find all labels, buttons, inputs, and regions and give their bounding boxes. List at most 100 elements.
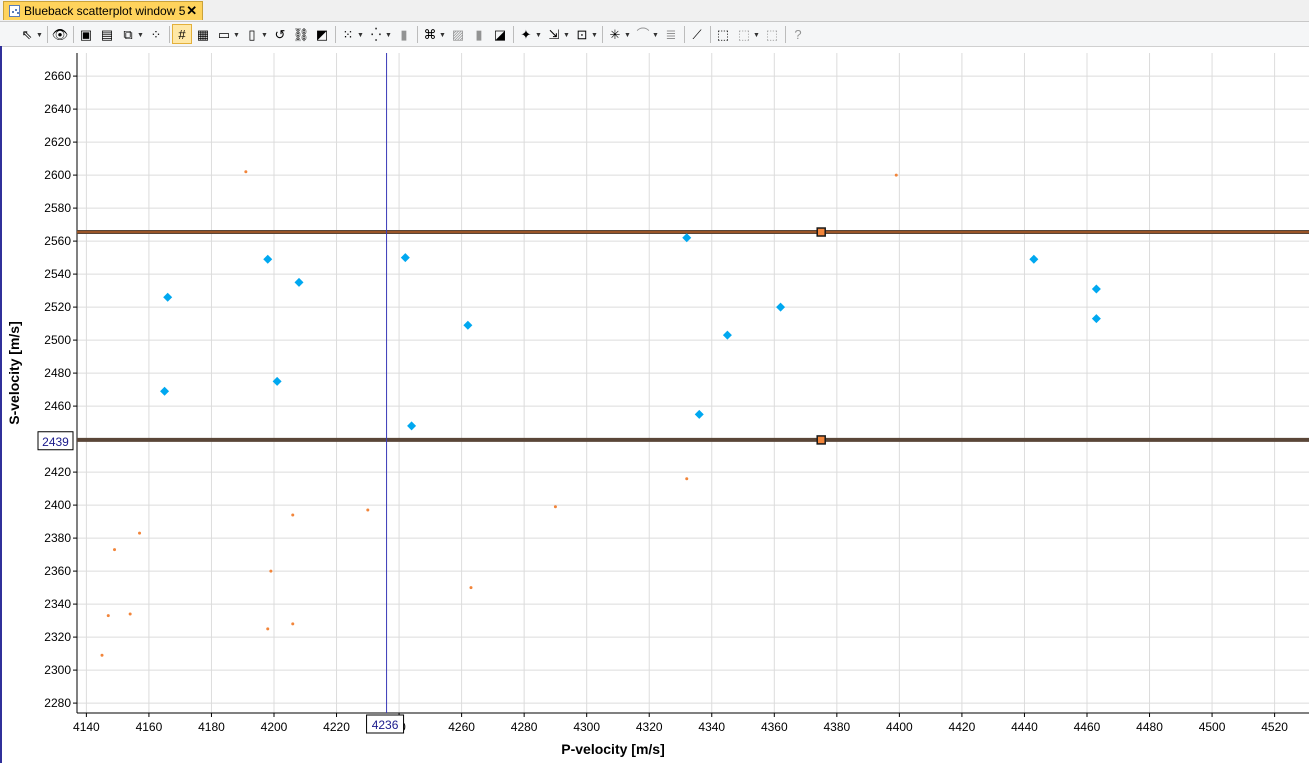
toolbar-separator — [684, 26, 685, 43]
toolbar-separator — [710, 26, 711, 43]
x-tick-label: 4220 — [323, 720, 350, 734]
frame-bottom-icon[interactable]: ▭ — [215, 25, 233, 43]
frame-left-icon[interactable]: ▯ — [243, 25, 261, 43]
y-tick-label: 2360 — [44, 564, 71, 578]
chevron-down-icon[interactable]: ▼ — [753, 32, 760, 39]
polygon-add-icon[interactable]: ⬚ — [714, 25, 732, 43]
y-tick-label: 2620 — [44, 135, 71, 149]
star-add-icon[interactable]: ✦ — [517, 25, 535, 43]
paint-icon[interactable]: ◪ — [491, 25, 509, 43]
x-tick-label: 4480 — [1136, 720, 1163, 734]
close-icon[interactable]: ✕ — [185, 3, 198, 19]
tab-title: Blueback scatterplot window 5 — [23, 4, 186, 18]
export-icon[interactable]: ⇲ — [545, 25, 563, 43]
points-icon[interactable]: ⁙ — [339, 25, 357, 43]
toolbar-separator — [417, 26, 418, 43]
data-point-dot — [291, 513, 295, 517]
x-tick-label: 4500 — [1199, 720, 1226, 734]
y-readout-value: 2439 — [42, 435, 69, 449]
data-point-dot — [128, 612, 132, 616]
chevron-down-icon[interactable]: ▼ — [261, 32, 268, 39]
y-tick-label: 2560 — [44, 234, 71, 248]
data-point-dot — [894, 173, 898, 177]
y-tick-label: 2400 — [44, 498, 71, 512]
help-icon[interactable]: ? — [789, 25, 807, 43]
x-tick-label: 4520 — [1261, 720, 1288, 734]
data-point-dot — [553, 505, 557, 509]
chevron-down-icon[interactable]: ▼ — [36, 32, 43, 39]
x-tick-label: 4460 — [1074, 720, 1101, 734]
x-tick-label: 4200 — [261, 720, 288, 734]
chevron-down-icon[interactable]: ▼ — [357, 32, 364, 39]
x-tick-label: 4180 — [198, 720, 225, 734]
x-readout-value: 4236 — [372, 718, 399, 732]
toolbar-separator — [335, 26, 336, 43]
tab-scatterplot-window[interactable]: Blueback scatterplot window 5 ✕ — [3, 1, 203, 20]
x-tick-label: 4380 — [823, 720, 850, 734]
filter-icon[interactable]: ▨ — [449, 25, 467, 43]
x-tick-label: 4300 — [573, 720, 600, 734]
y-tick-label: 2600 — [44, 168, 71, 182]
x-axis-label: P-velocity [m/s] — [561, 741, 664, 757]
chevron-down-icon[interactable]: ▼ — [624, 32, 631, 39]
x-tick-label: 4340 — [698, 720, 725, 734]
y-tick-label: 2380 — [44, 531, 71, 545]
chevron-down-icon[interactable]: ▼ — [652, 32, 659, 39]
toolbar-separator — [47, 26, 48, 43]
save-view-icon[interactable]: ⊡ — [573, 25, 591, 43]
spark-icon[interactable]: ✳ — [606, 25, 624, 43]
data-point-dot — [685, 477, 689, 481]
select-pointer-icon[interactable]: ⇖ — [18, 25, 36, 43]
toolbar-separator — [785, 26, 786, 43]
polygon-edit-icon[interactable]: ⬚ — [735, 25, 753, 43]
table-icon[interactable]: ▦ — [194, 25, 212, 43]
window-list-icon[interactable]: ▤ — [98, 25, 116, 43]
cylinder-alt-icon[interactable]: ▮ — [470, 25, 488, 43]
y-tick-label: 2340 — [44, 597, 71, 611]
y-tick-label: 2580 — [44, 201, 71, 215]
x-tick-label: 4420 — [949, 720, 976, 734]
link-icon[interactable]: ⛓ — [292, 25, 310, 43]
chevron-down-icon[interactable]: ▼ — [385, 32, 392, 39]
y-tick-label: 2420 — [44, 465, 71, 479]
y-tick-label: 2480 — [44, 366, 71, 380]
data-point-dot — [138, 531, 142, 535]
rotate-icon[interactable]: ↺ — [271, 25, 289, 43]
chevron-down-icon[interactable]: ▼ — [563, 32, 570, 39]
chevron-down-icon[interactable]: ▼ — [535, 32, 542, 39]
pattern-icon[interactable]: ⌘ — [421, 25, 439, 43]
toolbar: ⇖ ▼ 👁 ▣ ▤ ⧉ ▼ ⁘ # ▦ ▭ ▼ ▯ ▼ ↺ ⛓ ◩ ⁙ ▼ ⁛ ▼ ▮ ⌘ ▼ ▨ ▮ ◪ ✦ ▼ ⇲ ▼ ⊡ ▼ ✳ ▼ ⌒ ▼ ≣ ⟋ ⬚… — [0, 22, 1309, 47]
eye-view-icon[interactable]: 👁 — [51, 25, 69, 43]
fill-icon[interactable]: ◩ — [313, 25, 331, 43]
chevron-down-icon[interactable]: ▼ — [439, 32, 446, 39]
chevron-down-icon[interactable]: ▼ — [233, 32, 240, 39]
toolbar-separator — [169, 26, 170, 43]
data-point-dot — [266, 627, 270, 631]
data-point-dot — [469, 586, 473, 590]
y-tick-label: 2460 — [44, 399, 71, 413]
regression-line-icon[interactable]: ⟋ — [688, 25, 706, 43]
y-tick-label: 2280 — [44, 696, 71, 710]
chevron-down-icon[interactable]: ▼ — [137, 32, 144, 39]
grid-toggle-icon[interactable]: # — [172, 24, 192, 44]
cylinder-icon[interactable]: ▮ — [395, 25, 413, 43]
window-layout-icon[interactable]: ▣ — [77, 25, 95, 43]
curve-icon[interactable]: ⌒ — [634, 25, 652, 43]
data-point-dot — [366, 508, 370, 512]
toolbar-separator — [513, 26, 514, 43]
y-tick-label: 2520 — [44, 300, 71, 314]
line-drag-handle[interactable] — [816, 227, 826, 237]
copy-window-icon[interactable]: ⧉ — [119, 25, 137, 43]
list-alt-icon[interactable]: ≣ — [662, 25, 680, 43]
y-tick-label: 2500 — [44, 333, 71, 347]
x-tick-label: 4440 — [1011, 720, 1038, 734]
plot-area — [77, 53, 1309, 713]
y-tick-label: 2540 — [44, 267, 71, 281]
scatter-settings-icon[interactable]: ⁘ — [147, 25, 165, 43]
x-tick-label: 4320 — [636, 720, 663, 734]
polygon-delete-icon[interactable]: ⬚ — [763, 25, 781, 43]
points-select-icon[interactable]: ⁛ — [367, 25, 385, 43]
chevron-down-icon[interactable]: ▼ — [591, 32, 598, 39]
line-drag-handle[interactable] — [816, 435, 826, 445]
scatterplot[interactable]: 4140416041804200422040426042804300432043… — [0, 46, 1309, 763]
